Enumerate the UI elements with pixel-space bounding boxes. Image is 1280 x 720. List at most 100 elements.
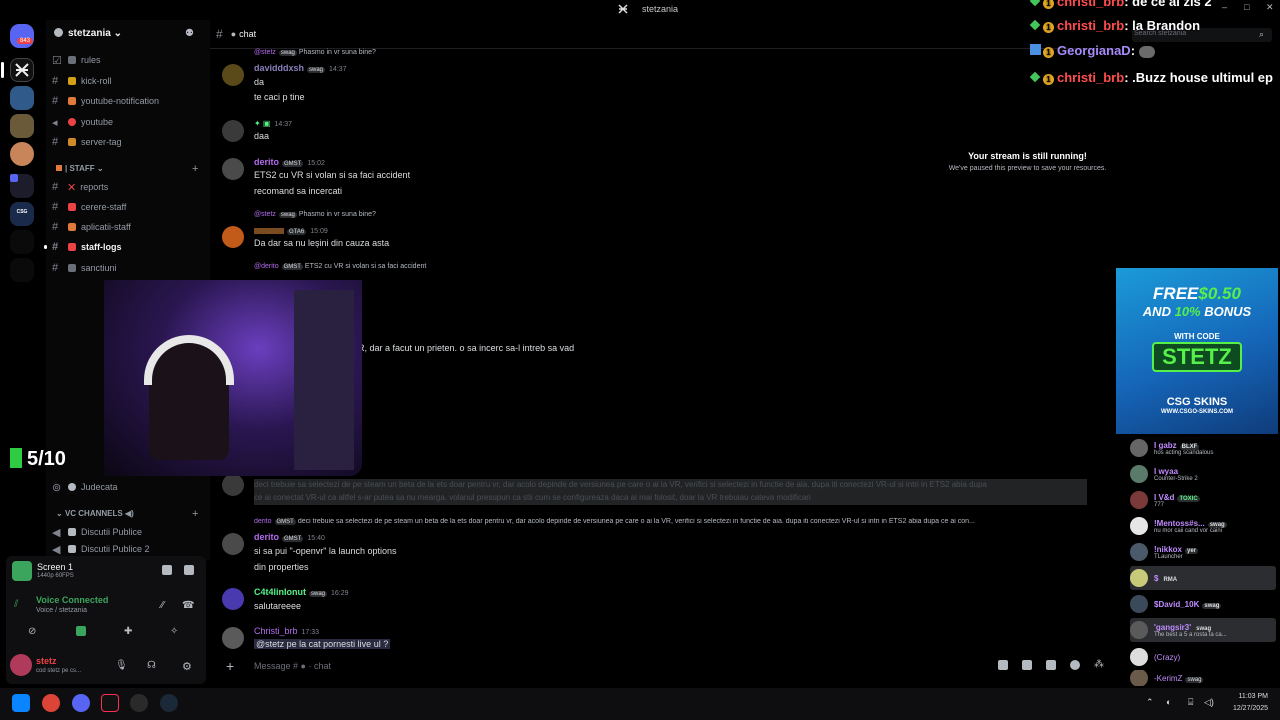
avatar[interactable]	[222, 226, 244, 248]
channel-aplicatii-staff[interactable]: # aplicatii-staff	[52, 218, 202, 236]
voice-channel-1[interactable]: ◀ Discutii Publice	[52, 523, 202, 541]
channel-rules[interactable]: ☑ rules	[52, 51, 202, 69]
steam-icon[interactable]	[160, 694, 178, 712]
category-vc-channels[interactable]: ⌄ VC CHANNELS ◀)	[56, 509, 134, 518]
disconnect-icon[interactable]: ☎	[182, 600, 194, 611]
member-row[interactable]: $ RMA	[1130, 566, 1276, 590]
message-text: daa	[254, 131, 270, 141]
member-row[interactable]: I gabz BLXF hos acting scandalous	[1130, 436, 1276, 460]
soundboard-icon[interactable]: ✧	[170, 626, 178, 637]
sticker-icon[interactable]	[1046, 660, 1056, 670]
message-author[interactable]: C4t4linIonut	[254, 587, 306, 597]
server-stetzania-icon[interactable]	[10, 58, 34, 82]
reply-text: ETS2 cu VR si volan si sa faci accident	[304, 263, 427, 270]
avatar[interactable]	[222, 627, 244, 649]
prime-badge-icon	[1030, 44, 1041, 55]
csgo-skins-ad[interactable]: FREE$0.50 AND 10% BONUS WITH CODE STETZ …	[1116, 268, 1278, 434]
noise-suppression-icon[interactable]: ⁄⁄	[161, 600, 164, 611]
apps-icon[interactable]: ⁂	[1094, 660, 1104, 670]
member-row[interactable]: !nikkox yer TLauncher	[1130, 540, 1276, 564]
member-row[interactable]: !Mentoss#s... swag nu mor caii cand vor ca…	[1130, 514, 1276, 538]
windows-start-icon[interactable]	[12, 694, 30, 712]
message-input[interactable]: Message # ● · chat	[254, 661, 331, 671]
avatar[interactable]	[222, 120, 244, 142]
channel-cerere-staff[interactable]: # cerere-staff	[52, 198, 202, 216]
message-author[interactable]: derito	[254, 157, 279, 167]
channel-youtube[interactable]: ◂ youtube	[52, 113, 202, 131]
server-csgoskins-icon[interactable]: CSG	[10, 202, 34, 226]
add-channel-icon[interactable]: +	[192, 163, 198, 175]
ad-brand: CSG SKINS	[1166, 396, 1228, 408]
user-avatar[interactable]	[10, 654, 32, 676]
server-icon-4[interactable]	[10, 142, 34, 166]
tiktok-icon[interactable]	[101, 694, 119, 712]
channel-staff-logs[interactable]: # staff-logs	[52, 238, 202, 256]
discord-home-icon[interactable]	[10, 24, 34, 48]
microphone-icon[interactable]: 🎙︎	[115, 660, 128, 671]
message-author[interactable]: Christi_brb	[254, 626, 298, 636]
channel-judecata[interactable]: ⊚ Judecata	[52, 478, 202, 496]
channel-reports[interactable]: # ✕ reports	[52, 178, 202, 196]
voice-status[interactable]: Voice Connected	[36, 595, 108, 605]
chrome-icon[interactable]	[42, 694, 60, 712]
avatar[interactable]	[222, 64, 244, 86]
username[interactable]: stetz	[36, 656, 57, 666]
reply-preview[interactable]: @derito GMST ETS2 cu VR si volan si sa fa…	[254, 263, 426, 270]
member-row[interactable]: 'gangsir3' swag The best a 5 a rosta la ca…	[1130, 618, 1276, 642]
member-row[interactable]: -KerimZ swag	[1130, 670, 1276, 686]
popout-icon[interactable]	[184, 565, 194, 575]
server-icon-7[interactable]	[10, 230, 34, 254]
avatar[interactable]	[222, 533, 244, 555]
network-icon[interactable]: ⌸	[1188, 697, 1193, 708]
voice-channel-name[interactable]: Voice / stetzania	[36, 607, 87, 614]
clock-date[interactable]: 12/27/2025	[1222, 705, 1268, 712]
channel-label: youtube	[81, 117, 114, 127]
screen-share-button[interactable]	[76, 626, 86, 636]
reply-preview[interactable]: @stetz swag Phasmo in vr suna bine?	[254, 49, 376, 56]
stop-stream-icon[interactable]	[162, 565, 172, 575]
activities-icon[interactable]: ✚	[124, 626, 132, 637]
tray-chevron-icon[interactable]: ⌃	[1146, 697, 1154, 708]
voice-channel-2[interactable]: ◀ Discutii Publice 2	[52, 543, 202, 556]
selected-server-pill	[1, 62, 4, 78]
member-row[interactable]: I V&d TOXIC 777	[1130, 488, 1276, 512]
category-staff[interactable]: | STAFF ⌄	[56, 164, 104, 173]
camera-off-icon[interactable]: ⊘	[28, 626, 36, 637]
add-attachment-icon[interactable]: +	[226, 658, 234, 674]
server-name[interactable]: stetzania ⌄	[54, 28, 122, 39]
reply-preview[interactable]: derito GMST deci trebuie sa selectezi de …	[254, 518, 1099, 525]
channel-sanctiuni[interactable]: # sanctiuni	[52, 259, 202, 277]
channel-server-tag[interactable]: # server-tag	[52, 133, 202, 151]
headphones-icon[interactable]: ☊	[147, 660, 156, 671]
emoji-icon[interactable]	[1070, 660, 1080, 670]
add-voice-channel-icon[interactable]: +	[192, 508, 198, 520]
channel-youtube-notification[interactable]: # youtube-notification	[52, 92, 202, 110]
server-icon-2[interactable]	[10, 86, 34, 110]
twitch-username: christi_brb	[1057, 70, 1125, 85]
reply-preview[interactable]: @stetz swag Phasmo in vr suna bine?	[254, 211, 376, 218]
settings-gear-icon[interactable]: ⚙	[182, 660, 192, 673]
channel-kick-roll[interactable]: # kick-roll	[52, 72, 202, 90]
clock-time[interactable]: 11:03 PM	[1226, 693, 1268, 700]
ad-headline: FREE$0.50	[1116, 284, 1278, 304]
avatar[interactable]	[222, 588, 244, 610]
invite-people-icon[interactable]: ⚉	[185, 28, 197, 40]
obs-icon[interactable]	[130, 694, 148, 712]
server-icon-3[interactable]	[10, 114, 34, 138]
member-row[interactable]: (Crazy)	[1130, 645, 1276, 669]
guild-tag: swag	[309, 591, 328, 597]
tray-app-icon[interactable]: ◐	[1166, 697, 1171, 707]
avatar[interactable]	[222, 474, 244, 496]
message-author[interactable]: derito	[254, 532, 279, 542]
gift-icon[interactable]	[998, 660, 1008, 670]
member-row[interactable]: I wyaa Counter-Strike 2	[1130, 462, 1276, 486]
gif-icon[interactable]	[1022, 660, 1032, 670]
volume-icon[interactable]: ◁)	[1204, 697, 1214, 708]
message-author[interactable]: davidddxsh	[254, 63, 304, 73]
member-row[interactable]: $David_10K swag	[1130, 592, 1276, 616]
discord-icon[interactable]	[72, 694, 90, 712]
server-icon-8[interactable]	[10, 258, 34, 282]
avatar[interactable]	[222, 158, 244, 180]
message-text: ETS2 cu VR si volan si sa faci accident	[254, 170, 411, 180]
server-icon-5[interactable]	[10, 174, 34, 198]
